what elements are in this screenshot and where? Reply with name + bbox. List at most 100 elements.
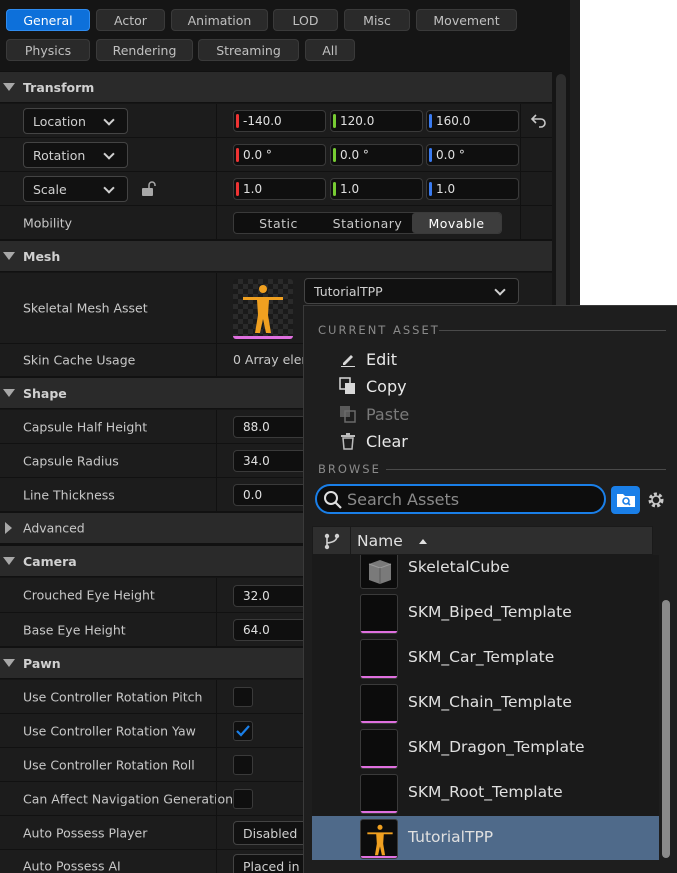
header-divider xyxy=(439,330,666,331)
skin-cache-label: Skin Cache Usage xyxy=(23,352,136,368)
asset-thumbnail xyxy=(360,594,398,634)
paste-icon xyxy=(340,406,356,423)
mesh-section-header[interactable]: Mesh xyxy=(0,240,552,272)
location-y-field[interactable]: 120.0 xyxy=(330,110,423,132)
location-mode-dropdown[interactable]: Location xyxy=(23,108,128,134)
category-general-button[interactable]: General xyxy=(6,9,90,31)
collapsed-arrow-icon xyxy=(5,522,12,534)
asset-thumbnail xyxy=(360,684,398,724)
skin-cache-value: 0 Array elem xyxy=(233,352,314,367)
category-actor-button[interactable]: Actor xyxy=(96,9,165,31)
asset-list-header: Name xyxy=(312,526,653,555)
branch-column-button[interactable] xyxy=(313,527,351,554)
search-assets-input[interactable] xyxy=(347,489,587,509)
controller-pitch-checkbox[interactable] xyxy=(233,687,253,707)
settings-button[interactable] xyxy=(644,487,668,513)
mobility-stationary-option[interactable]: Stationary xyxy=(323,213,412,233)
search-assets-box[interactable] xyxy=(315,484,606,514)
asset-picker-popup: CURRENT ASSET Edit Copy Paste Clear BROW… xyxy=(303,305,677,873)
transform-section-header[interactable]: Transform xyxy=(0,71,552,103)
controller-yaw-label: Use Controller Rotation Yaw xyxy=(23,723,196,738)
location-x-field[interactable]: -140.0 xyxy=(233,110,326,132)
list-item[interactable]: SKM_Dragon_Template xyxy=(312,726,659,771)
mannequin-icon xyxy=(243,285,283,333)
current-asset-header: CURRENT ASSET xyxy=(318,323,440,337)
mobility-row: Mobility Static Stationary Movable xyxy=(0,206,552,240)
asset-name: SKM_Biped_Template xyxy=(408,603,572,621)
dropdown-label: Location xyxy=(33,113,86,129)
asset-thumbnail xyxy=(360,774,398,814)
scale-z-field[interactable]: 1.0 xyxy=(426,178,519,200)
category-physics-button[interactable]: Physics xyxy=(6,39,90,61)
mobility-movable-option[interactable]: Movable xyxy=(412,213,501,233)
sort-ascending-icon xyxy=(419,539,427,544)
folder-search-icon xyxy=(616,494,635,507)
location-z-field[interactable]: 160.0 xyxy=(426,110,519,132)
chevron-down-icon xyxy=(103,182,115,194)
section-title: Shape xyxy=(23,385,67,401)
gear-icon xyxy=(648,492,664,508)
clear-label: Clear xyxy=(366,431,408,451)
search-icon xyxy=(324,491,342,509)
asset-name: SKM_Car_Template xyxy=(408,648,555,666)
category-lod-button[interactable]: LOD xyxy=(273,9,338,31)
rotation-x-field[interactable]: 0.0 ° xyxy=(233,144,326,166)
asset-thumbnail xyxy=(360,639,398,679)
browse-folder-button[interactable] xyxy=(611,486,640,514)
paste-menu-item[interactable]: Paste xyxy=(338,402,409,426)
asset-name: TutorialTPP xyxy=(408,828,494,846)
category-animation-button[interactable]: Animation xyxy=(171,9,268,31)
list-item[interactable]: SKM_Biped_Template xyxy=(312,591,659,636)
copy-label: Copy xyxy=(366,376,407,396)
scale-row: Scale 1.0 1.0 1.0 xyxy=(0,172,552,206)
list-item[interactable]: SkeletalCube xyxy=(312,555,659,591)
category-rendering-button[interactable]: Rendering xyxy=(96,39,193,61)
asset-name: SkeletalCube xyxy=(408,558,510,576)
list-item-selected[interactable]: TutorialTPP xyxy=(312,816,659,860)
list-item[interactable]: SKM_Car_Template xyxy=(312,636,659,681)
category-movement-button[interactable]: Movement xyxy=(416,9,517,31)
checkmark-icon xyxy=(236,725,250,737)
pencil-icon xyxy=(341,355,355,367)
edit-label: Edit xyxy=(366,349,397,369)
section-title: Camera xyxy=(23,553,77,569)
browse-header: BROWSE xyxy=(318,462,381,476)
mobility-static-option[interactable]: Static xyxy=(234,213,323,233)
affect-navigation-checkbox[interactable] xyxy=(233,789,253,809)
cube-icon xyxy=(368,560,392,584)
rotation-row: Rotation 0.0 ° 0.0 ° 0.0 ° xyxy=(0,138,552,172)
chevron-down-icon xyxy=(103,148,115,160)
asset-list-scrollbar[interactable] xyxy=(662,600,670,858)
scale-x-field[interactable]: 1.0 xyxy=(233,178,326,200)
mobility-segmented-control: Static Stationary Movable xyxy=(233,212,502,234)
dropdown-label: Scale xyxy=(33,181,67,197)
category-all-button[interactable]: All xyxy=(305,39,355,61)
section-title: Transform xyxy=(23,79,95,95)
asset-list: SkeletalCube SKM_Biped_Template SKM_Car_… xyxy=(312,555,659,860)
list-item[interactable]: SKM_Root_Template xyxy=(312,771,659,816)
rotation-y-field[interactable]: 0.0 ° xyxy=(330,144,423,166)
name-column-header[interactable]: Name xyxy=(357,532,403,550)
rotation-mode-dropdown[interactable]: Rotation xyxy=(23,142,128,168)
rotation-z-field[interactable]: 0.0 ° xyxy=(426,144,519,166)
scale-mode-dropdown[interactable]: Scale xyxy=(23,176,128,202)
reset-arrow-icon[interactable] xyxy=(530,111,548,129)
controller-yaw-checkbox[interactable] xyxy=(233,721,253,741)
chevron-down-icon xyxy=(103,114,115,126)
edit-menu-item[interactable]: Edit xyxy=(338,347,397,371)
skeletal-mesh-thumbnail[interactable] xyxy=(233,279,293,339)
section-title: Pawn xyxy=(23,655,61,671)
asset-name: SKM_Root_Template xyxy=(408,783,563,801)
category-misc-button[interactable]: Misc xyxy=(344,9,410,31)
skeletal-mesh-asset-dropdown[interactable]: TutorialTPP xyxy=(304,278,519,304)
category-streaming-button[interactable]: Streaming xyxy=(198,39,299,61)
asset-name: SKM_Dragon_Template xyxy=(408,738,585,756)
unlock-icon[interactable] xyxy=(140,180,158,198)
asset-thumbnail xyxy=(360,729,398,769)
controller-roll-checkbox[interactable] xyxy=(233,755,253,775)
crouched-eye-height-label: Crouched Eye Height xyxy=(23,587,155,603)
list-item[interactable]: SKM_Chain_Template xyxy=(312,681,659,726)
copy-menu-item[interactable]: Copy xyxy=(338,374,407,398)
scale-y-field[interactable]: 1.0 xyxy=(330,178,423,200)
clear-menu-item[interactable]: Clear xyxy=(338,429,408,453)
